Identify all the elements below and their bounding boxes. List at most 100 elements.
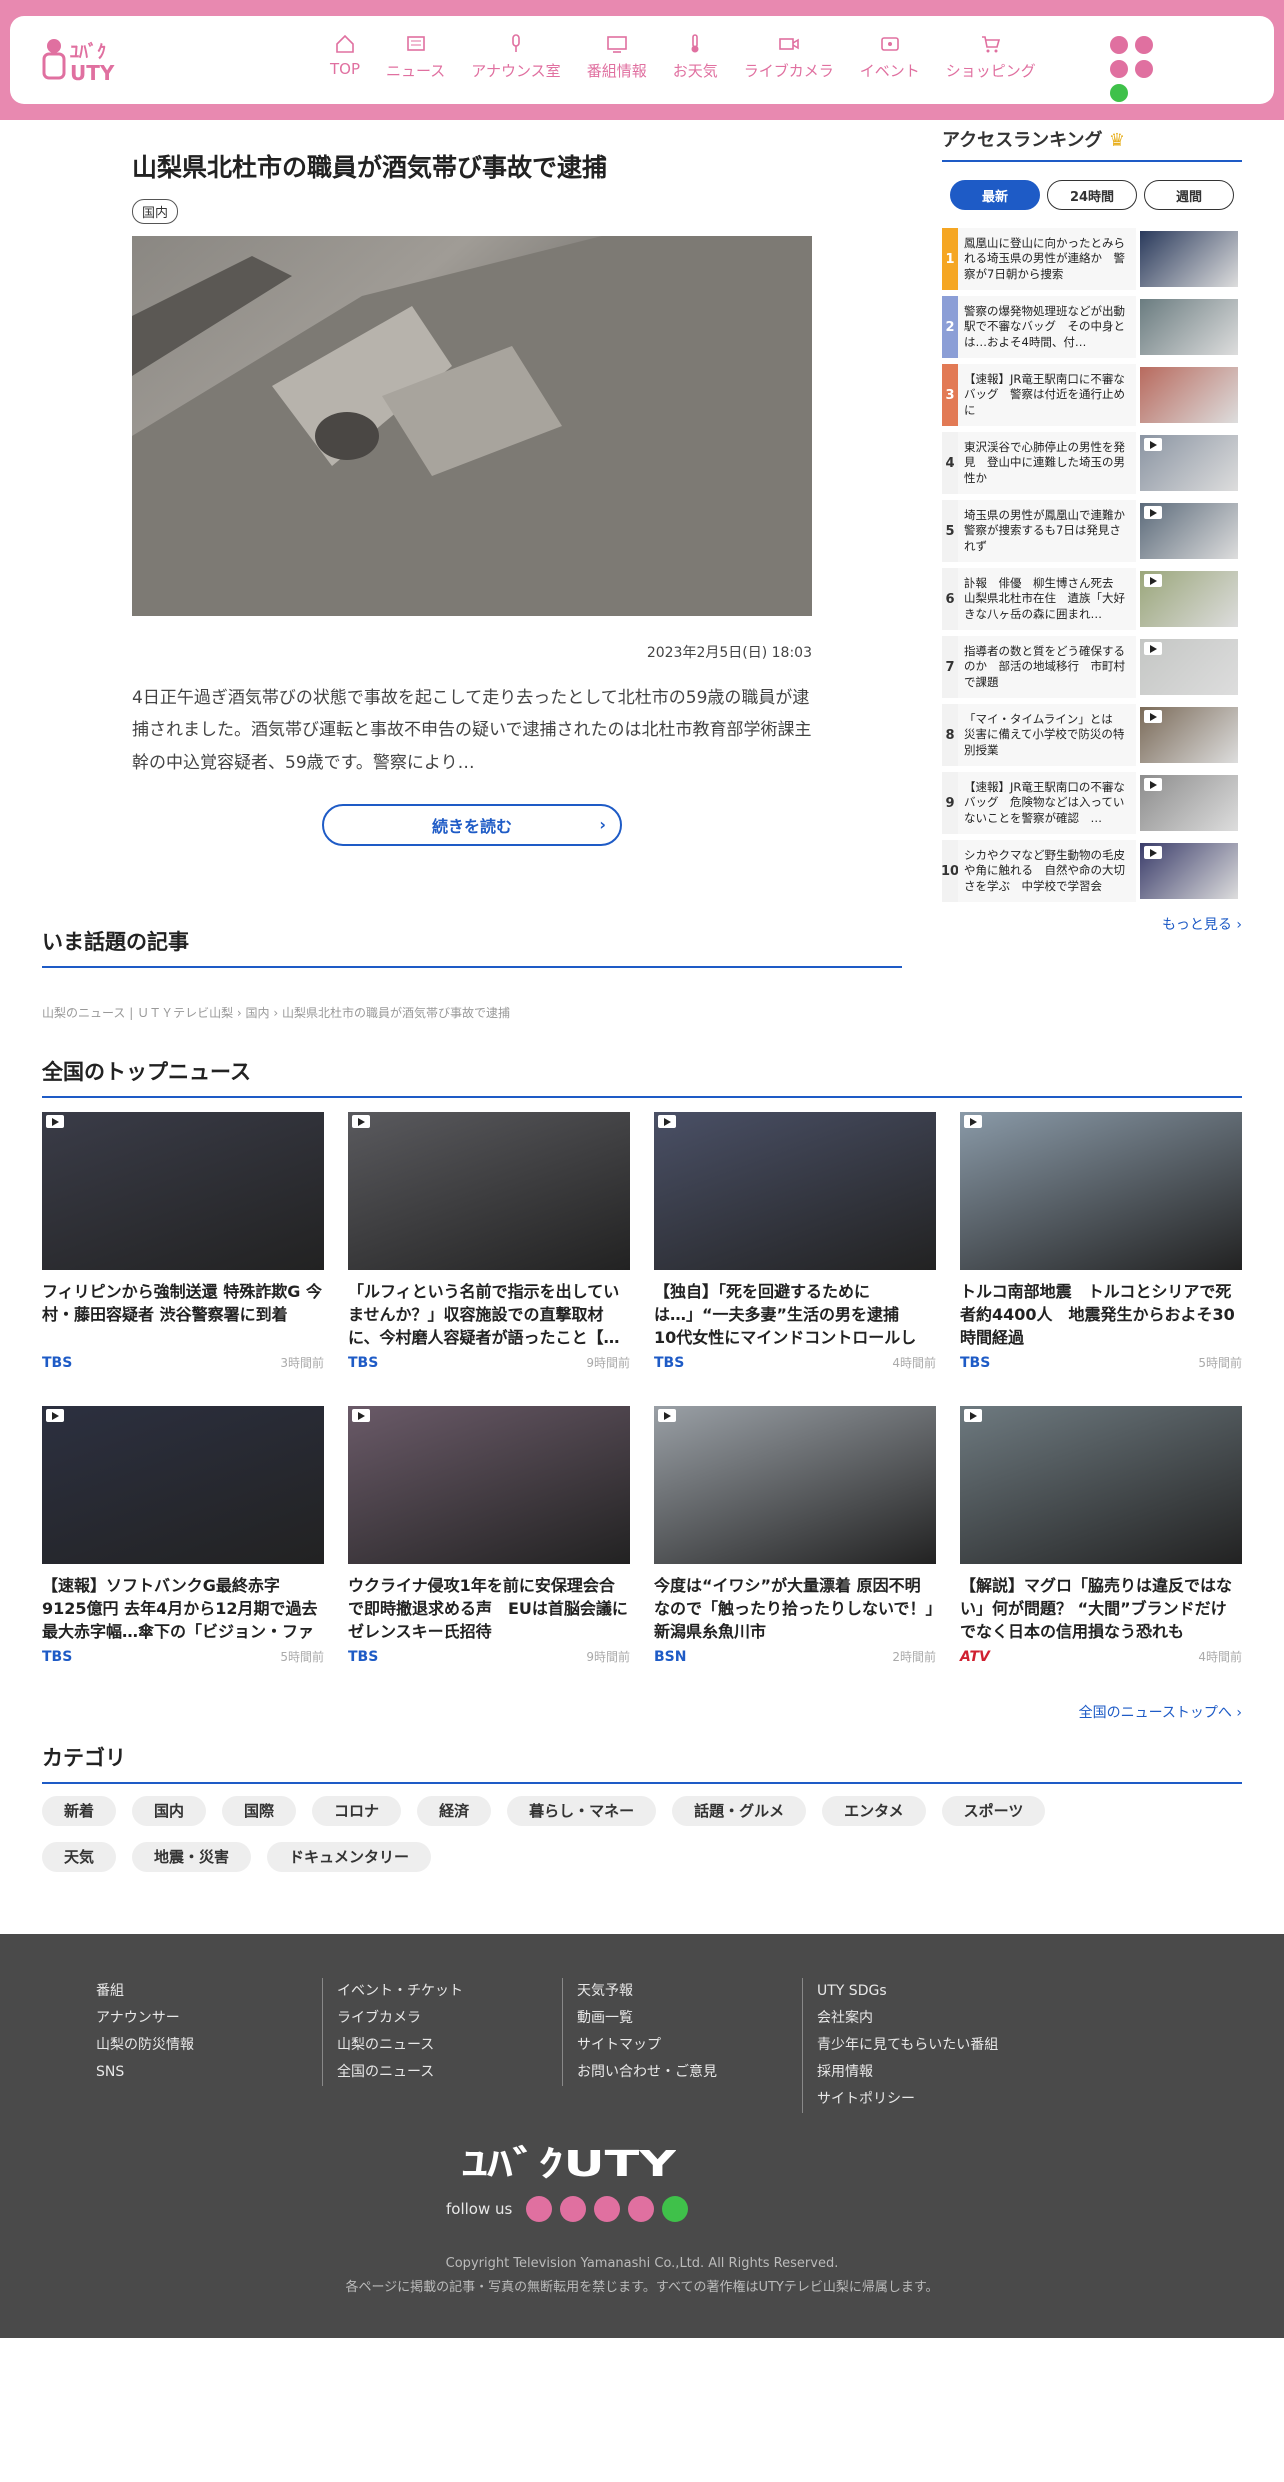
breadcrumb-item: 山梨県北杜市の職員が酒気帯び事故で逮捕 xyxy=(281,1006,510,1020)
category-chip[interactable]: ドキュメンタリー xyxy=(267,1842,432,1872)
news-thumbnail xyxy=(960,1112,1242,1270)
youtube-icon[interactable] xyxy=(1135,60,1154,78)
category-chip[interactable]: 経済 xyxy=(417,1796,492,1826)
ticket-icon xyxy=(880,37,899,51)
ranking-item[interactable]: 6 訃報 俳優 柳生博さん死去 山梨県北杜市在住 遺族「大好きな八ヶ岳の森に囲まれ… xyxy=(942,568,1242,630)
breadcrumb-item[interactable]: 山梨のニュース | ＵＴＹテレビ山梨 xyxy=(42,1006,233,1020)
twitter-icon[interactable] xyxy=(1110,36,1128,54)
footer-link[interactable]: 天気予報 xyxy=(577,1978,782,2005)
category-chip[interactable]: スポーツ xyxy=(941,1796,1046,1826)
youtube-icon[interactable] xyxy=(628,2196,655,2222)
category-chip[interactable]: 話題・グルメ xyxy=(672,1796,807,1826)
play-icon xyxy=(1144,846,1162,859)
category-chip[interactable]: 暮らし・マネー xyxy=(507,1796,657,1826)
ranking-tab-1[interactable]: 24時間 xyxy=(1047,180,1137,210)
footer-link[interactable]: 全国のニュース xyxy=(337,2059,542,2086)
crown-icon: ♛ xyxy=(1108,130,1125,151)
footer-link[interactable]: イベント・チケット xyxy=(337,1978,542,2005)
nav-item-0[interactable]: TOP xyxy=(330,32,360,81)
ranking-text: 【速報】JR竜王駅南口に不審なバッグ 警察は付近を通行止めに xyxy=(958,364,1136,426)
facebook-icon[interactable] xyxy=(1135,36,1154,54)
ranking-item[interactable]: 1 鳳凰山に登山に向かったとみられる埼玉県の男性が連絡か 警察が7日朝から捜索 xyxy=(942,228,1242,290)
ranking-item[interactable]: 3 【速報】JR竜王駅南口に不審なバッグ 警察は付近を通行止めに xyxy=(942,364,1242,426)
footer-link[interactable]: 山梨の防災情報 xyxy=(96,2032,302,2059)
news-source: TBS xyxy=(42,1354,73,1371)
category-chip[interactable]: 新着 xyxy=(42,1796,117,1826)
ranking-tab-0[interactable]: 最新 xyxy=(950,180,1040,210)
ranking-number: 3 xyxy=(942,364,958,426)
footer-link[interactable]: 会社案内 xyxy=(817,2005,1022,2032)
ranking-thumbnail xyxy=(1140,707,1238,763)
ranking-more-link[interactable]: もっと見る › xyxy=(1162,914,1242,934)
footer-link[interactable]: UTY SDGs xyxy=(817,1978,1022,2005)
nav-item-3[interactable]: 番組情報 xyxy=(587,32,647,81)
mic-icon xyxy=(512,34,520,52)
nav-item-2[interactable]: アナウンス室 xyxy=(471,32,561,81)
category-chip[interactable]: 国際 xyxy=(222,1796,297,1826)
category-chip[interactable]: コロナ xyxy=(312,1796,402,1826)
nav-item-1[interactable]: ニュース xyxy=(386,32,445,81)
read-more-button[interactable]: 続きを読む › xyxy=(322,804,622,846)
nav-item-4[interactable]: お天気 xyxy=(673,32,718,81)
all-news-link[interactable]: 全国のニューストップへ › xyxy=(1079,1702,1242,1722)
play-icon xyxy=(964,1409,982,1422)
news-card[interactable]: 今度は“イワシ”が大量漂着 原因不明なので「触ったり拾ったりしないで！」新潟県糸… xyxy=(654,1406,936,1665)
svg-text:UTY: UTY xyxy=(70,61,115,85)
footer-link[interactable]: 青少年に見てもらいたい番組 xyxy=(817,2032,1022,2059)
footer-column: イベント・チケット ライブカメラ 山梨のニュース 全国のニュース xyxy=(322,1978,542,2086)
news-time: 4時間前 xyxy=(892,1356,936,1370)
category-chip[interactable]: 地震・災害 xyxy=(132,1842,252,1872)
footer-link[interactable]: アナウンサー xyxy=(96,2005,302,2032)
ranking-tab-2[interactable]: 週間 xyxy=(1144,180,1234,210)
nav-item-5[interactable]: ライブカメラ xyxy=(744,32,834,81)
category-chip[interactable]: エンタメ xyxy=(822,1796,926,1826)
instagram-icon[interactable] xyxy=(594,2196,621,2222)
instagram-icon[interactable] xyxy=(1110,60,1128,78)
ranking-thumbnail xyxy=(1140,775,1238,831)
ranking-item[interactable]: 2 警察の爆発物処理班などが出動 駅で不審なバッグ その中身とは…およそ4時間、付… xyxy=(942,296,1242,358)
ranking-text: 「マイ・タイムライン」とは 災害に備えて小学校で防災の特別授業 xyxy=(958,704,1136,766)
footer-link[interactable]: サイトマップ xyxy=(577,2032,782,2059)
twitter-icon[interactable] xyxy=(526,2196,553,2222)
footer-link[interactable]: 番組 xyxy=(96,1978,302,2005)
ranking-item[interactable]: 5 埼玉県の男性が鳳凰山で連難か 警察が捜索するも7日は発見されず xyxy=(942,500,1242,562)
cart-icon xyxy=(981,36,1000,53)
footer-link[interactable]: 動画一覧 xyxy=(577,2005,782,2032)
news-card[interactable]: フィリピンから強制送還 特殊詐欺G 今村・藤田容疑者 渋谷警察署に到着 TBS 3時… xyxy=(42,1112,324,1371)
line-icon[interactable] xyxy=(662,2196,689,2222)
news-card[interactable]: 【解説】マグロ「脇売りは違反ではない」何が問題？ “大間”ブランドだけでなく日本… xyxy=(960,1406,1242,1665)
news-card[interactable]: トルコ南部地震 トルコとシリアで死者約4400人 地震発生からおよそ30時間経過… xyxy=(960,1112,1242,1371)
ranking-item[interactable]: 9 【速報】JR竜王駅南口の不審なバッグ 危険物などは入っていないことを警察が確認… xyxy=(942,772,1242,834)
breadcrumb: 山梨のニュース | ＵＴＹテレビ山梨 › 国内 › 山梨県北杜市の職員が酒気帯び… xyxy=(42,1004,510,1021)
ranking-item[interactable]: 4 東沢渓谷で心肺停止の男性を発見 登山中に連難した埼玉の男性か xyxy=(942,432,1242,494)
ranking-number: 2 xyxy=(942,296,958,358)
category-chip[interactable]: 国内 xyxy=(132,1796,207,1826)
news-card[interactable]: 「ルフィという名前で指示を出していませんか？」収容施設での直撃取材に、今村磨人容… xyxy=(348,1112,630,1371)
footer-link[interactable]: SNS xyxy=(96,2059,302,2086)
footer-column: 天気予報 動画一覧 サイトマップ お問い合わせ・ご意見 xyxy=(562,1978,782,2086)
news-card[interactable]: 【速報】ソフトバンクG最終赤字9125億円 去年4月から12月期で過去最大赤字幅… xyxy=(42,1406,324,1665)
news-card[interactable]: 【独自】「死を回避するためには…」“一夫多妻”生活の男を逮捕 10代女性にマイン… xyxy=(654,1112,936,1371)
news-meta: TBS 3時間前 xyxy=(42,1354,324,1371)
news-time: 5時間前 xyxy=(1198,1356,1242,1370)
article-category[interactable]: 国内 xyxy=(132,198,179,224)
ranking-item[interactable]: 8 「マイ・タイムライン」とは 災害に備えて小学校で防災の特別授業 xyxy=(942,704,1242,766)
footer-link[interactable]: サイトポリシー xyxy=(817,2086,1022,2113)
news-card[interactable]: ウクライナ侵攻1年を前に安保理会合で即時撤退求める声 EUは首脳会議にゼレンスキ… xyxy=(348,1406,630,1665)
ranking-item[interactable]: 10 シカやクマなど野生動物の毛皮や角に触れる 自然や命の大切さを学ぶ 中学校で学… xyxy=(941,840,1242,902)
footer-link[interactable]: お問い合わせ・ご意見 xyxy=(577,2059,782,2086)
footer-uty-logo[interactable]: ﾕﾊﾞｸUTY xyxy=(462,2140,676,2182)
category-chip[interactable]: 天気 xyxy=(42,1842,117,1872)
breadcrumb-separator: › xyxy=(233,1006,246,1020)
ranking-item[interactable]: 7 指導者の数と質をどう確保するのか 部活の地域移行 市町村で課題 xyxy=(942,636,1242,698)
nav-item-7[interactable]: ショッピング xyxy=(946,32,1036,81)
uty-logo[interactable]: ﾕﾊﾞｸ UTY xyxy=(40,34,152,86)
footer-link[interactable]: ライブカメラ xyxy=(337,2005,542,2032)
facebook-icon[interactable] xyxy=(560,2196,587,2222)
site-header: ﾕﾊﾞｸ UTY TOP ニュース アナウンス室 番組情報 お天気 ライブカメラ イベント シ… xyxy=(0,0,1284,120)
footer-link[interactable]: 採用情報 xyxy=(817,2059,1022,2086)
line-icon[interactable] xyxy=(1110,84,1128,102)
breadcrumb-item[interactable]: 国内 xyxy=(246,1006,270,1020)
nav-item-6[interactable]: イベント xyxy=(860,32,920,81)
footer-link[interactable]: 山梨のニュース xyxy=(337,2032,542,2059)
